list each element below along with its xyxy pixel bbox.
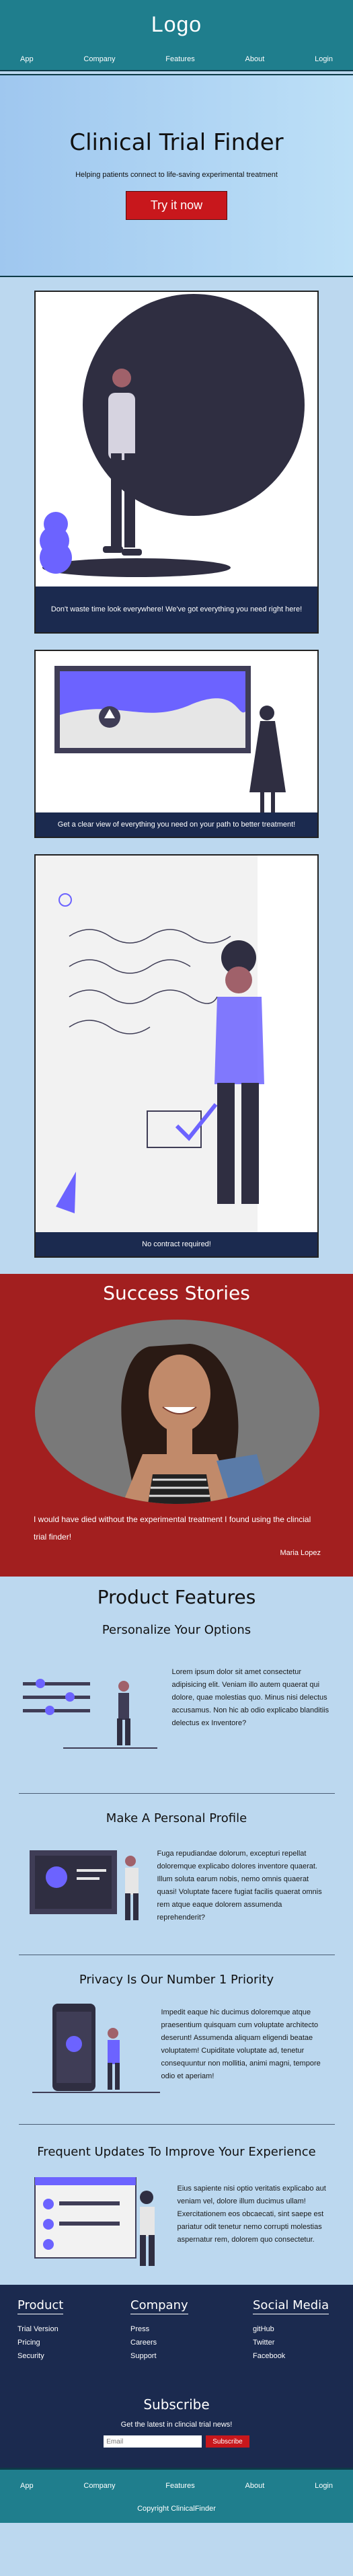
footer-link-support[interactable]: Support — [130, 2349, 188, 2363]
subscribe-text: Get the latest in clincial trial news! — [120, 2421, 233, 2429]
bottom-nav-features[interactable]: Features — [165, 2482, 194, 2490]
person-with-circle-illustration — [40, 294, 305, 577]
feature-privacy-title: Privacy Is Our Number 1 Priority — [79, 1973, 274, 1987]
update-dialog-illustration — [34, 2177, 155, 2266]
nav-about[interactable]: About — [245, 55, 265, 63]
footer-company-column: Company Press Careers Support — [130, 2298, 188, 2363]
feature-privacy-text: Impedit eaque hic ducimus doloremque atq… — [161, 2008, 321, 2080]
feature-personalize-title: Personalize Your Options — [102, 1623, 251, 1637]
feature-privacy: Privacy Is Our Number 1 Priority Impedit… — [18, 1955, 335, 2125]
footer-link-trial-version[interactable]: Trial Version — [17, 2322, 63, 2336]
feature-card-2: Get a clear view of everything you need … — [34, 650, 319, 838]
footer-company-title: Company — [130, 2298, 188, 2314]
footer-link-twitter[interactable]: Twitter — [253, 2336, 329, 2349]
person-with-checkmark-illustration — [36, 856, 264, 1236]
presentation-board-illustration — [54, 666, 286, 817]
bottom-nav-company[interactable]: Company — [83, 2482, 115, 2490]
footer-link-github[interactable]: gitHub — [253, 2322, 329, 2336]
testimonial-photo — [35, 1320, 319, 1504]
footer-social-title: Social Media — [253, 2298, 329, 2314]
bottom-nav-about[interactable]: About — [245, 2482, 265, 2490]
profile-card-illustration — [29, 1850, 139, 1920]
nav-company[interactable]: Company — [83, 55, 115, 63]
site-footer: Product Trial Version Pricing Security C… — [0, 2285, 353, 2468]
success-stories-title: Success Stories — [103, 1282, 250, 1304]
success-stories-section: Success Stories I would have died withou… — [0, 1274, 353, 1577]
product-features-section: Product Features Personalize Your Option… — [0, 1577, 353, 2285]
feature-card-1-caption: Don't waste time look everywhere! We've … — [36, 586, 317, 632]
feature-card-3-caption: No contract required! — [36, 1232, 317, 1256]
hero-title: Clinical Trial Finder — [69, 129, 284, 156]
top-nav: App Company Features About Login — [0, 55, 353, 63]
phone-lock-illustration — [32, 2004, 160, 2093]
testimonial-author: Maria Lopez — [280, 1549, 321, 1557]
site-header: Logo App Company Features About Login — [0, 0, 353, 71]
logo[interactable]: Logo — [0, 0, 353, 37]
bottom-nav: App Company Features About Login — [0, 2482, 353, 2490]
footer-social-column: Social Media gitHub Twitter Facebook — [253, 2298, 329, 2363]
feature-profile-text: Fuga repudiandae dolorum, excepturi repe… — [157, 1850, 322, 1922]
try-it-now-button[interactable]: Try it now — [125, 191, 228, 220]
feature-profile-title: Make A Personal Profile — [106, 1811, 247, 1825]
subscribe-form: Subscribe — [0, 2435, 353, 2448]
footer-link-pricing[interactable]: Pricing — [17, 2336, 63, 2349]
copyright-text: Copyright ClinicalFinder — [137, 2505, 216, 2513]
bottom-nav-app[interactable]: App — [20, 2482, 34, 2490]
email-input[interactable] — [104, 2435, 202, 2448]
footer-product-title: Product — [17, 2298, 64, 2314]
bottom-nav-login[interactable]: Login — [315, 2482, 333, 2490]
feature-profile: Make A Personal Profile Fuga repudiandae… — [18, 1794, 335, 1955]
footer-link-careers[interactable]: Careers — [130, 2336, 188, 2349]
feature-card-2-caption: Get a clear view of everything you need … — [36, 812, 317, 837]
nav-app[interactable]: App — [20, 55, 34, 63]
subscribe-block: Subscribe Get the latest in clincial tri… — [0, 2396, 353, 2448]
nav-features[interactable]: Features — [165, 55, 194, 63]
testimonial-quote: I would have died without the experiment… — [34, 1515, 311, 1542]
sliders-illustration — [22, 1679, 157, 1749]
feature-updates-text: Eius sapiente nisi optio veritatis expli… — [177, 2185, 326, 2244]
product-features-title: Product Features — [97, 1586, 256, 1608]
feature-card-3: No contract required! — [34, 854, 319, 1258]
nav-login[interactable]: Login — [315, 55, 333, 63]
subscribe-button[interactable]: Subscribe — [206, 2435, 249, 2448]
smiling-woman-photo — [35, 1320, 319, 1504]
footer-link-press[interactable]: Press — [130, 2322, 188, 2336]
hero-subtitle: Helping patients connect to life-saving … — [75, 171, 278, 179]
feature-personalize-text: Lorem ipsum dolor sit amet consectetur a… — [171, 1668, 329, 1727]
feature-updates-title: Frequent Updates To Improve Your Experie… — [37, 2145, 316, 2159]
feature-updates: Frequent Updates To Improve Your Experie… — [19, 2125, 335, 2285]
footer-product-column: Product Trial Version Pricing Security — [17, 2298, 64, 2363]
feature-card-1: Don't waste time look everywhere! We've … — [34, 291, 319, 634]
footer-link-security[interactable]: Security — [17, 2349, 63, 2363]
subscribe-title: Subscribe — [143, 2396, 210, 2413]
footer-link-facebook[interactable]: Facebook — [253, 2349, 329, 2363]
feature-personalize: Personalize Your Options Lorem ipsum dol… — [18, 1608, 335, 1794]
bottom-bar: App Company Features About Login Copyrig… — [0, 2468, 353, 2523]
hero-section: Clinical Trial Finder Helping patients c… — [0, 74, 353, 277]
